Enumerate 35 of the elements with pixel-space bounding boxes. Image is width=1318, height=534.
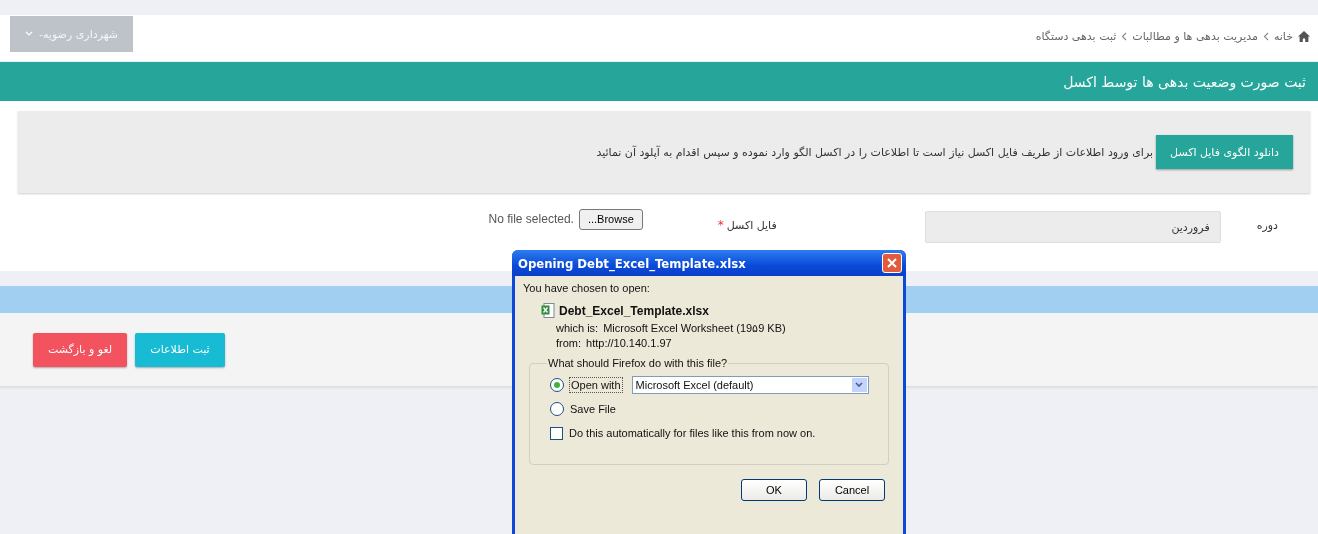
home-icon	[1298, 30, 1310, 42]
required-mark: *	[717, 218, 724, 232]
file-status: No file selected.	[488, 212, 574, 226]
close-icon	[887, 258, 897, 268]
spreadsheet-icon	[541, 303, 555, 318]
chevron-icon	[1262, 31, 1269, 41]
dialog-intro: You have chosen to open:	[523, 282, 651, 294]
cancel-button[interactable]: Cancel	[819, 479, 885, 501]
file-name: Debt_Excel_Template.xlsx	[559, 303, 709, 318]
file-type: Microsoft Excel Worksheet (19۵9 KB)	[603, 322, 786, 334]
notice-text: برای ورود اطلاعات از طریف فایل اکسل نیاز است تا اطلاعات را در اکسل الگو وارد نموده و سپس اقدام به آپلود آن نمائید	[596, 145, 1154, 159]
radio-button[interactable]	[550, 378, 564, 392]
breadcrumb-link[interactable]: ثبت بدهی دستگاه	[1035, 29, 1117, 43]
checkbox-label[interactable]: Do this automatically for files like this from now on.	[568, 426, 817, 440]
field-label: دوره	[1256, 218, 1278, 232]
radio-button[interactable]	[550, 402, 564, 416]
field-label: فایل اکسل	[726, 218, 777, 232]
close-button[interactable]	[882, 253, 902, 273]
panel-title: ثبت صورت وضعیت بدهی ها توسط اکسل	[1063, 73, 1306, 90]
breadcrumb-link[interactable]: مدیریت بدهی ها و مطالبات	[1132, 29, 1258, 43]
option-label[interactable]: Save File	[569, 402, 617, 416]
file-source: http://10.140.1.97	[586, 337, 672, 349]
checkbox[interactable]	[550, 426, 563, 440]
application-select[interactable]: Microsoft Excel (default)	[631, 376, 869, 394]
breadcrumb-link[interactable]: خانه	[1273, 29, 1293, 43]
meta-label: from:	[556, 337, 582, 349]
option-label[interactable]: Open with	[569, 377, 623, 393]
ok-button[interactable]: OK	[741, 479, 807, 501]
caret-icon	[25, 31, 33, 37]
dialog-title: Opening Debt_Excel_Template.xlsx	[518, 255, 746, 271]
chevron-icon	[1121, 31, 1128, 41]
group-title: What should Firefox do with this file?	[547, 357, 729, 369]
period-field[interactable]: فروردین	[924, 211, 1221, 243]
browse-button[interactable]: ...Browse	[578, 208, 643, 230]
meta-label: which is:	[556, 322, 599, 334]
